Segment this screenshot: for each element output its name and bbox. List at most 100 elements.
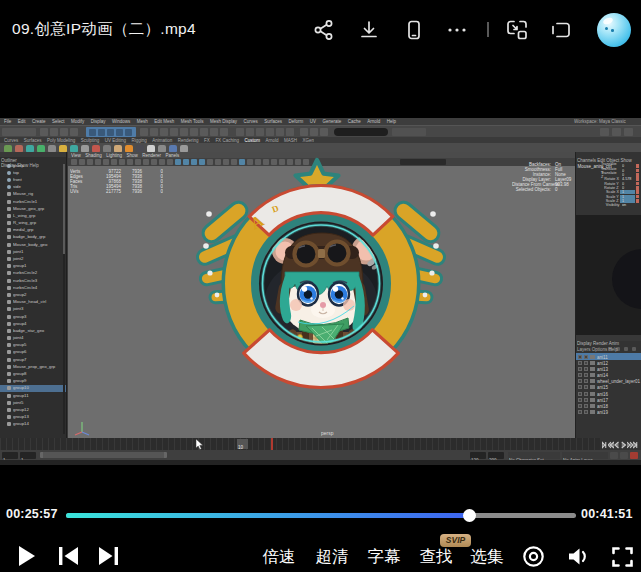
shelf-tab[interactable]: Poly Modeling xyxy=(47,138,75,143)
status-icon[interactable] xyxy=(89,129,96,136)
prev-button[interactable] xyxy=(59,547,78,569)
outliner-item[interactable]: group3 xyxy=(0,313,66,320)
status-icon[interactable] xyxy=(210,128,218,136)
record-icon[interactable] xyxy=(522,545,545,572)
avatar[interactable] xyxy=(597,13,631,47)
outliner-item[interactable]: L_wing_grp xyxy=(0,212,66,219)
outliner-item[interactable]: top xyxy=(0,169,66,176)
outliner-item[interactable]: medal_grp xyxy=(0,227,66,234)
viewport-toolbar-icon[interactable] xyxy=(183,159,189,165)
status-icon[interactable] xyxy=(107,129,114,136)
status-icon[interactable] xyxy=(50,128,58,136)
maya-menu-item[interactable]: Mesh Tools xyxy=(181,119,204,124)
viewport-toolbar-icon[interactable] xyxy=(71,159,77,165)
maya-menu-item[interactable]: Deform xyxy=(289,119,304,124)
outliner-item[interactable]: group14 xyxy=(0,421,66,428)
outliner-item[interactable]: Mouse_head_ctrl xyxy=(0,299,66,306)
maya-menu-item[interactable]: Mesh Display xyxy=(210,119,237,124)
auto-key-button[interactable] xyxy=(630,452,638,459)
progress-thumb[interactable] xyxy=(463,509,476,522)
status-icon[interactable] xyxy=(98,129,105,136)
status-icon[interactable] xyxy=(125,129,132,136)
panel-menu-item[interactable]: Lighting xyxy=(106,153,122,158)
status-icon[interactable] xyxy=(600,128,609,136)
status-icon[interactable] xyxy=(40,128,48,136)
outliner-item[interactable]: nurbsCircle4 xyxy=(0,284,66,291)
outliner-item[interactable]: group2 xyxy=(0,291,66,298)
outliner-item[interactable]: nurbsCircle1 xyxy=(0,198,66,205)
maya-command-line[interactable] xyxy=(0,460,641,465)
share-icon[interactable] xyxy=(310,16,338,44)
menuset-dropdown[interactable] xyxy=(2,128,36,136)
viewport-toolbar-icon[interactable] xyxy=(79,159,85,165)
outliner-item[interactable]: Mouse_rig xyxy=(0,191,66,198)
outliner-item[interactable]: Mouse_geo_grp xyxy=(0,205,66,212)
status-icon[interactable] xyxy=(180,128,188,136)
maya-menu-item[interactable]: Display xyxy=(91,119,106,124)
control-button-选集[interactable]: 选集 xyxy=(465,546,509,568)
status-icon[interactable] xyxy=(220,128,228,136)
shelf-tab[interactable]: UV Editing xyxy=(105,138,126,143)
outliner-item[interactable]: front xyxy=(0,176,66,183)
outliner-item[interactable]: group5 xyxy=(0,342,66,349)
status-icon[interactable] xyxy=(276,128,284,136)
outliner-item[interactable]: nurbsCircle2 xyxy=(0,270,66,277)
maya-menu-item[interactable]: Windows xyxy=(112,119,130,124)
outliner-item[interactable]: badge_star_geo xyxy=(0,327,66,334)
status-icon[interactable] xyxy=(60,128,68,136)
next-button[interactable] xyxy=(99,547,118,569)
status-icon[interactable] xyxy=(190,128,198,136)
control-button-字幕[interactable]: 字幕 xyxy=(362,546,406,568)
selection-mask-dropdown[interactable] xyxy=(392,128,426,136)
channel-row[interactable]: Visibilityon xyxy=(576,203,641,207)
status-icon[interactable] xyxy=(150,128,158,136)
status-icon[interactable] xyxy=(236,128,244,136)
status-icon[interactable] xyxy=(300,128,308,136)
outliner-item[interactable]: R_wing_grp xyxy=(0,220,66,227)
maya-playback-controls[interactable] xyxy=(600,438,641,450)
phone-icon[interactable] xyxy=(400,16,428,44)
outliner-item[interactable]: badge_body_grp xyxy=(0,234,66,241)
status-icon[interactable] xyxy=(140,128,148,136)
outliner-item[interactable]: group7 xyxy=(0,356,66,363)
maya-menu-item[interactable]: Create xyxy=(32,119,46,124)
viewport-toolbar-icon[interactable] xyxy=(167,159,173,165)
panel-menu-item[interactable]: Shading xyxy=(85,153,102,158)
outliner-item[interactable]: group6 xyxy=(0,349,66,356)
status-icon[interactable] xyxy=(310,128,318,136)
control-button-超清[interactable]: 超清 xyxy=(310,546,354,568)
shelf-tab[interactable]: Surfaces xyxy=(24,138,42,143)
status-icon[interactable] xyxy=(200,128,208,136)
maya-menu-item[interactable]: Modify xyxy=(71,119,84,124)
more-icon[interactable] xyxy=(443,16,471,44)
display-layer-row[interactable]: ani19 xyxy=(576,409,641,415)
outliner-item[interactable]: side xyxy=(0,184,66,191)
volume-icon[interactable] xyxy=(566,545,590,572)
viewport-toolbar-icon[interactable] xyxy=(95,159,101,165)
viewport-toolbar-icon[interactable] xyxy=(111,159,117,165)
outliner-item[interactable]: joint3 xyxy=(0,306,66,313)
maya-menu-item[interactable]: Cache xyxy=(348,119,361,124)
maya-menu-item[interactable]: Edit xyxy=(18,119,26,124)
status-icon[interactable] xyxy=(170,128,178,136)
maya-menu-item[interactable]: Help xyxy=(387,119,396,124)
control-button-倍速[interactable]: 倍速 xyxy=(257,546,301,568)
outliner-item[interactable]: group9 xyxy=(0,378,66,385)
maya-menu-item[interactable]: Edit Mesh xyxy=(154,119,174,124)
viewport-toolbar-icon[interactable] xyxy=(159,159,165,165)
maya-menu-item[interactable]: Arnold xyxy=(367,119,380,124)
maya-menu-item[interactable]: Surfaces xyxy=(264,119,282,124)
shelf-tab[interactable]: FX Caching xyxy=(215,138,239,143)
maya-menu-item[interactable]: Mesh xyxy=(137,119,148,124)
outliner-item[interactable]: joint4 xyxy=(0,335,66,342)
panel-menu-item[interactable]: View xyxy=(71,153,81,158)
maya-menu-item[interactable]: Curves xyxy=(244,119,258,124)
status-icon[interactable] xyxy=(246,128,254,136)
maya-menu-item[interactable]: Select xyxy=(52,119,65,124)
status-icon[interactable] xyxy=(612,128,621,136)
shelf-tab[interactable]: Rigging xyxy=(132,138,147,143)
download-icon[interactable] xyxy=(355,16,383,44)
outliner-item[interactable]: group4 xyxy=(0,320,66,327)
shelf-tab[interactable]: MASH xyxy=(284,138,297,143)
status-icon[interactable] xyxy=(286,128,294,136)
